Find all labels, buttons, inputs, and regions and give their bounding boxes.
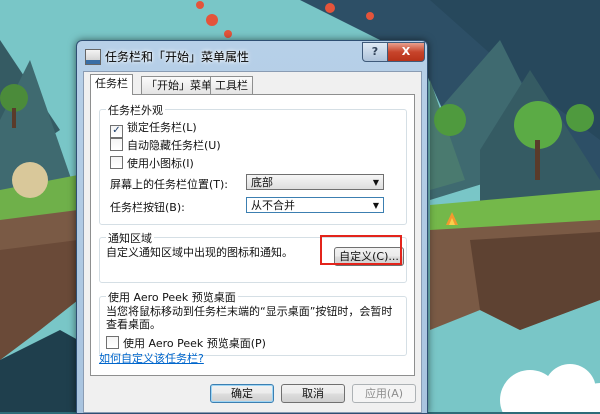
small-icons-label: 使用小图标(I) [127,157,194,170]
taskbar-properties-icon [85,49,101,65]
checkbox-unchecked-icon [110,138,123,151]
group-title-notification: 通知区域 [106,230,154,246]
notification-description: 自定义通知区域中出现的图标和通知。 [106,246,293,259]
tab-start-menu[interactable]: 「开始」菜单 [141,76,217,94]
apply-button[interactable]: 应用(A) [352,384,416,403]
taskbar-buttons-value: 从不合并 [251,199,295,212]
taskbar-buttons-select[interactable]: 从不合并 ▼ [246,197,384,213]
highlight-annotation-box [320,235,402,265]
aero-peek-checkbox[interactable]: 使用 Aero Peek 预览桌面(P) [106,335,266,351]
group-title-appearance: 任务栏外观 [106,102,165,118]
autohide-taskbar-checkbox[interactable]: 自动隐藏任务栏(U) [110,137,221,153]
autohide-taskbar-label: 自动隐藏任务栏(U) [127,139,221,152]
lock-taskbar-checkbox[interactable]: ✓ 锁定任务栏(L) [110,119,197,138]
tab-toolbars[interactable]: 工具栏 [210,76,253,94]
checkbox-unchecked-icon [110,156,123,169]
checkbox-unchecked-icon [106,336,119,349]
group-taskbar-appearance: 任务栏外观 ✓ 锁定任务栏(L) 自动隐藏任务栏(U) 使用小图标(I) 屏幕上的… [99,102,407,225]
taskbar-buttons-label: 任务栏按钮(B): [110,201,185,214]
taskbar-location-value: 底部 [251,176,273,189]
aero-peek-checkbox-label: 使用 Aero Peek 预览桌面(P) [123,337,266,350]
group-title-aero-peek: 使用 Aero Peek 预览桌面 [106,289,238,305]
close-button[interactable]: X [387,42,425,62]
cancel-button[interactable]: 取消 [281,384,345,403]
taskbar-location-label: 屏幕上的任务栏位置(T): [110,178,229,191]
small-icons-checkbox[interactable]: 使用小图标(I) [110,155,194,171]
help-button[interactable]: ? [362,42,388,62]
aero-peek-description-line2: 查看桌面。 [106,318,161,331]
dropdown-arrow-icon: ▼ [372,201,379,210]
aero-peek-description-line1: 当您将鼠标移动到任务栏末端的“显示桌面”按钮时，会暂时 [106,305,393,318]
dropdown-arrow-icon: ▼ [372,178,379,187]
window-title: 任务栏和「开始」菜单属性 [105,50,250,64]
lock-taskbar-label: 锁定任务栏(L) [127,121,197,134]
help-link-customize-taskbar[interactable]: 如何自定义该任务栏? [99,350,204,366]
tree [434,104,466,136]
group-aero-peek: 使用 Aero Peek 预览桌面 当您将鼠标移动到任务栏末端的“显示桌面”按钮… [99,289,407,356]
taskbar-location-select[interactable]: 底部 ▼ [246,174,384,190]
tab-taskbar[interactable]: 任务栏 [90,74,133,95]
title-bar[interactable]: 任务栏和「开始」菜单属性 ? X [77,41,427,71]
ok-button[interactable]: 确定 [210,384,274,403]
